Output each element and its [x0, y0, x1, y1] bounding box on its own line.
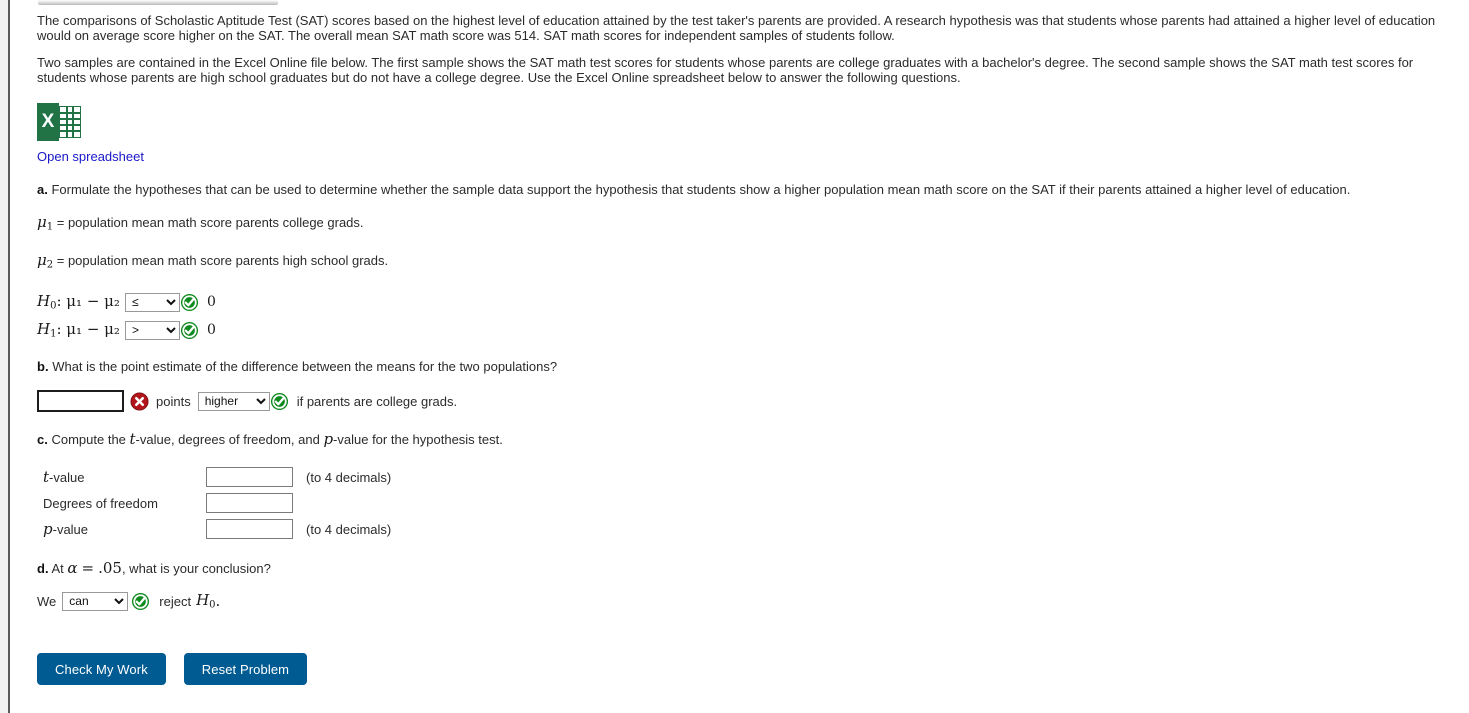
part-b-answer-row: points higherlower if parents are colleg… — [37, 389, 1457, 413]
table-row: p-value (to 4 decimals) — [37, 516, 391, 542]
part-b-prompt: b. What is the point estimate of the dif… — [37, 359, 1457, 375]
alternative-hypothesis-row: H1: μ₁ − μ₂ ≤≥=≠<> 0 — [37, 319, 1457, 341]
alpha-equals: = — [81, 559, 95, 577]
check-circle-icon — [180, 293, 199, 312]
part-a-letter: a. — [37, 182, 48, 197]
p-value-input[interactable] — [206, 519, 293, 539]
degrees-of-freedom-input[interactable] — [206, 493, 293, 513]
part-d-prompt-after: , what is your conclusion? — [121, 561, 271, 576]
degrees-of-freedom-note — [301, 490, 391, 516]
p-value-label: p-value — [43, 520, 89, 538]
p-value-note: (to 4 decimals) — [306, 521, 392, 537]
intro-paragraph-2: Two samples are contained in the Excel O… — [37, 55, 1414, 85]
part-d-prompt: d. At α = .05, what is your conclusion? — [37, 560, 1457, 577]
part-d-answer-row: We cancannot reject H0 . — [37, 590, 1457, 612]
part-c-prompt: c. Compute the t-value, degrees of freed… — [37, 431, 1457, 448]
null-hypothesis-row: H0: μ₁ − μ₂ ≤≥=≠<> 0 — [37, 291, 1457, 313]
part-d-letter: d. — [37, 561, 49, 576]
open-spreadsheet-link[interactable]: Open spreadsheet — [37, 149, 144, 164]
t-value-label: t-value — [43, 468, 85, 486]
alternative-hypothesis-operator-select[interactable]: ≤≥=≠<> — [125, 320, 180, 340]
problem-content: The comparisons of Scholastic Aptitude T… — [37, 13, 1457, 685]
point-estimate-input[interactable] — [37, 390, 124, 412]
alternative-hypothesis-label: H1: μ₁ − μ₂ — [37, 320, 120, 340]
part-c-table: t-value (to 4 decimals) Degrees of freed… — [37, 464, 391, 542]
excel-icon-grid — [59, 106, 81, 138]
part-c-prompt-before: Compute the — [51, 432, 130, 447]
direction-select[interactable]: higherlower — [197, 391, 270, 411]
action-button-bar: Check My Work Reset Problem — [37, 653, 1457, 685]
alternative-hypothesis-value: 0 — [207, 322, 216, 338]
part-d-prompt-before: At — [51, 561, 68, 576]
top-tab-strip — [38, 0, 278, 5]
check-my-work-button[interactable]: Check My Work — [37, 653, 166, 685]
alpha-value: .05 — [98, 559, 122, 577]
mu1-definition-text: = population mean math score parents col… — [56, 215, 364, 230]
degrees-of-freedom-label: Degrees of freedom — [43, 496, 158, 511]
excel-spreadsheet-icon[interactable]: X — [37, 103, 83, 141]
part-c-prompt-after: -value for the hypothesis test. — [333, 432, 503, 447]
part-c-prompt-mid: -value, degrees of freedom, and — [135, 432, 324, 447]
check-circle-icon — [270, 392, 289, 411]
we-label: We — [37, 593, 57, 609]
part-c-letter: c. — [37, 432, 48, 447]
conclusion-select[interactable]: cancannot — [62, 591, 129, 611]
spreadsheet-block: X Open spreadsheet — [37, 103, 1457, 164]
null-hypothesis-value: 0 — [207, 294, 216, 310]
mu2-definition: μ2 = population mean math score parents … — [37, 252, 1457, 274]
alpha-symbol: α — [67, 559, 78, 577]
part-b-tail-text: if parents are college grads. — [296, 393, 458, 409]
left-border-rule — [8, 0, 10, 713]
part-b-prompt-text: What is the point estimate of the differ… — [52, 359, 558, 374]
t-value-input[interactable] — [206, 467, 293, 487]
part-a-prompt-text: Formulate the hypotheses that can be use… — [51, 182, 1351, 197]
table-row: t-value (to 4 decimals) — [37, 464, 391, 490]
mu2-definition-text: = population mean math score parents hig… — [56, 252, 389, 268]
check-circle-icon — [180, 321, 199, 340]
mu2-symbol: μ2 — [37, 250, 54, 271]
t-value-note: (to 4 decimals) — [306, 469, 392, 485]
reject-label: reject — [159, 593, 192, 609]
null-hypothesis-label: H0: μ₁ − μ₂ — [37, 292, 120, 312]
left-gutter — [0, 0, 8, 713]
mu1-definition: μ1 = population mean math score parents … — [37, 214, 1457, 236]
page-frame: The comparisons of Scholastic Aptitude T… — [0, 0, 1469, 713]
p-italic-symbol: p — [43, 520, 53, 538]
part-b-letter: b. — [37, 359, 49, 374]
table-row: Degrees of freedom — [37, 490, 391, 516]
intro-paragraph-1: The comparisons of Scholastic Aptitude T… — [37, 13, 1436, 43]
points-label: points — [156, 393, 191, 409]
sentence-period: . — [215, 592, 221, 610]
reset-problem-button[interactable]: Reset Problem — [183, 653, 308, 685]
excel-icon-letter: X — [37, 103, 59, 141]
h-null-symbol: H0 — [196, 591, 216, 611]
error-x-circle-icon — [130, 391, 149, 411]
part-c-p-symbol: p — [323, 430, 334, 448]
check-circle-icon — [131, 592, 150, 611]
null-hypothesis-operator-select[interactable]: ≤≥=≠<> — [125, 292, 180, 312]
part-a-prompt: a. Formulate the hypotheses that can be … — [37, 182, 1457, 198]
mu1-symbol: μ1 — [37, 213, 54, 233]
